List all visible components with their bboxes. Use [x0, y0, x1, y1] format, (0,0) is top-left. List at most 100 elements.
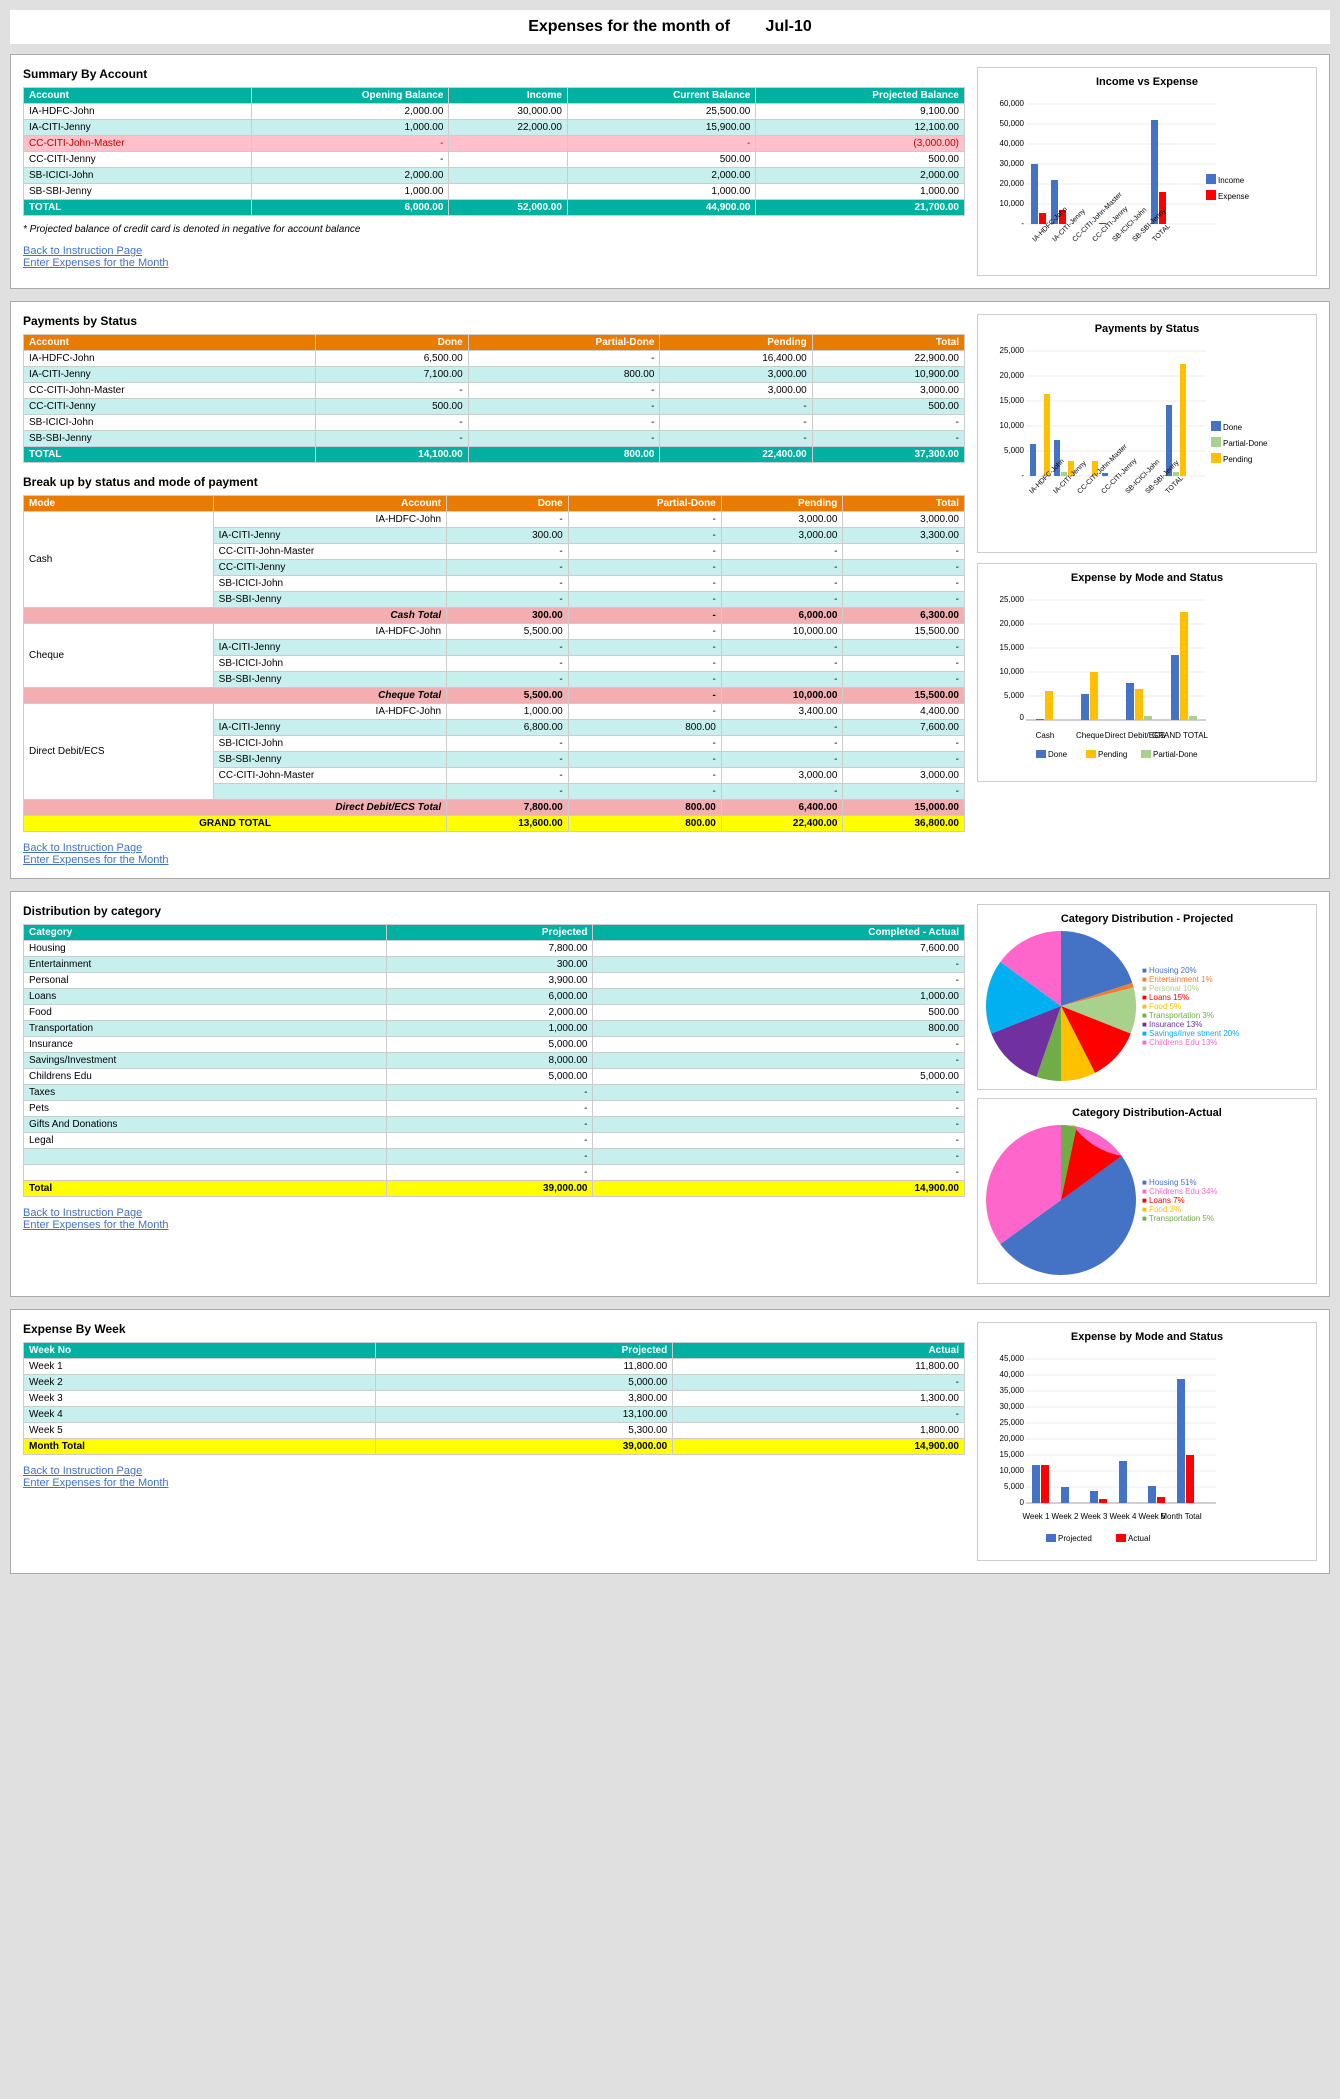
bar-chart-1: 60,000 50,000 40,000 30,000 20,000 10,00… [986, 94, 1256, 264]
svg-text:Pending: Pending [1098, 750, 1127, 759]
cell-proj: 3,800.00 [375, 1391, 672, 1407]
cell-total: - [812, 415, 964, 431]
svg-text:45,000: 45,000 [1000, 1354, 1025, 1363]
b-col-partial: Partial-Done [568, 496, 721, 512]
cell-projected: 2,000.00 [756, 168, 965, 184]
cell-week: Week 2 [24, 1375, 376, 1391]
cell-account: CC-CITI-Jenny [213, 560, 446, 576]
income-expense-chart: Income vs Expense 60,000 50,000 40,000 3… [977, 67, 1317, 276]
d-col-proj: Projected [386, 925, 593, 941]
cell-account: IA-CITI-Jenny [24, 120, 252, 136]
svg-text:Income: Income [1218, 176, 1245, 185]
cell-actual: 800.00 [593, 1021, 965, 1037]
enter-link-4[interactable]: Enter Expenses for the Month [23, 1477, 965, 1489]
table-row: IA-HDFC-John 2,000.00 30,000.00 25,500.0… [24, 104, 965, 120]
w-col-proj: Projected [375, 1343, 672, 1359]
proj-pie-title: Category Distribution - Projected [986, 913, 1308, 925]
cell-total: 500.00 [812, 399, 964, 415]
cell-done: - [447, 576, 569, 592]
cell-account [213, 784, 446, 800]
svg-text:20,000: 20,000 [1000, 1434, 1025, 1443]
svg-text:Cheque: Cheque [1076, 731, 1105, 740]
cell-account: IA-HDFC-John [213, 704, 446, 720]
distribution-left: Distribution by category Category Projec… [23, 904, 965, 1284]
cell-account: CC-CITI-John-Master [24, 383, 316, 399]
cell-cat: Loans [24, 989, 387, 1005]
cell-pending: - [721, 560, 843, 576]
distribution-total-row: Total 39,000.00 14,900.00 [24, 1181, 965, 1197]
cell-pending: - [660, 399, 812, 415]
w-col-week: Week No [24, 1343, 376, 1359]
actual-pie-title: Category Distribution-Actual [986, 1107, 1308, 1119]
table-row: Pets - - [24, 1101, 965, 1117]
cell-actual: 7,600.00 [593, 941, 965, 957]
cell-total: - [812, 431, 964, 447]
cell-current: 15,900.00 [567, 120, 755, 136]
cell-pending: 3,000.00 [721, 768, 843, 784]
cell-done: - [447, 560, 569, 576]
svg-text:35,000: 35,000 [1000, 1386, 1025, 1395]
payments-title: Payments by Status [23, 314, 965, 328]
table-row: - - [24, 1165, 965, 1181]
cell-account: SB-ICICI-John [24, 415, 316, 431]
cell-pending: 10,000.00 [721, 624, 843, 640]
cell-cat: Entertainment [24, 957, 387, 973]
cell-total: - [843, 560, 965, 576]
cell-actual: - [593, 1165, 965, 1181]
payments-left: Payments by Status Account Done Partial-… [23, 314, 965, 866]
cell-week: Week 5 [24, 1423, 376, 1439]
cell-income: 30,000.00 [449, 104, 567, 120]
svg-text:5,000: 5,000 [1004, 1482, 1025, 1491]
expense-mode-title: Expense by Mode and Status [986, 572, 1308, 584]
table-row: Week 3 3,800.00 1,300.00 [24, 1391, 965, 1407]
distribution-charts: Category Distribution - Projected [977, 904, 1317, 1284]
cell-partial: 800.00 [468, 367, 660, 383]
enter-link-1[interactable]: Enter Expenses for the Month [23, 257, 965, 269]
cell-account: IA-CITI-Jenny [213, 720, 446, 736]
cell-proj: - [386, 1165, 593, 1181]
enter-link-2[interactable]: Enter Expenses for the Month [23, 854, 965, 866]
table-row: Transportation 1,000.00 800.00 [24, 1021, 965, 1037]
back-link-2[interactable]: Back to Instruction Page [23, 842, 965, 854]
svg-text:Week 1: Week 1 [1023, 1512, 1051, 1521]
table-row: Food 2,000.00 500.00 [24, 1005, 965, 1021]
cell-account: CC-CITI-Jenny [24, 152, 252, 168]
cell-account: CC-CITI-John-Master [213, 768, 446, 784]
back-link-3[interactable]: Back to Instruction Page [23, 1207, 965, 1219]
enter-link-3[interactable]: Enter Expenses for the Month [23, 1219, 965, 1231]
cell-total: - [843, 736, 965, 752]
cell-total: 4,400.00 [843, 704, 965, 720]
cell-projected: 12,100.00 [756, 120, 965, 136]
cell-cat [24, 1149, 387, 1165]
table-row: Week 5 5,300.00 1,800.00 [24, 1423, 965, 1439]
cell-partial: - [568, 576, 721, 592]
cell-done: 6,800.00 [447, 720, 569, 736]
table-row: Taxes - - [24, 1085, 965, 1101]
cell-cat: Personal [24, 973, 387, 989]
cell-actual: - [593, 1149, 965, 1165]
proj-pie-chart: Category Distribution - Projected [977, 904, 1317, 1090]
cell-done: 5,500.00 [447, 624, 569, 640]
cell-income [449, 168, 567, 184]
cell-partial: 800.00 [468, 447, 660, 463]
back-link-1[interactable]: Back to Instruction Page [23, 245, 965, 257]
svg-text:20,000: 20,000 [1000, 371, 1025, 380]
cell-done: - [447, 656, 569, 672]
summary-table: Account Opening Balance Income Current B… [23, 87, 965, 216]
svg-text:60,000: 60,000 [1000, 99, 1025, 108]
cell-proj: - [386, 1117, 593, 1133]
cell-actual: 5,000.00 [593, 1069, 965, 1085]
table-row: Week 2 5,000.00 - [24, 1375, 965, 1391]
cell-opening: - [251, 152, 449, 168]
actual-pie-svg [986, 1125, 1136, 1275]
svg-text:30,000: 30,000 [1000, 1402, 1025, 1411]
svg-text:15,000: 15,000 [1000, 396, 1025, 405]
cell-total: - [843, 752, 965, 768]
svg-text:Partial-Done: Partial-Done [1153, 750, 1198, 759]
back-link-4[interactable]: Back to Instruction Page [23, 1465, 965, 1477]
proj-pie-legend: ■ Housing 20% ■ Entertainment 1% ■ Perso… [1142, 966, 1239, 1047]
table-row: - - [24, 1149, 965, 1165]
cell-account: SB-ICICI-John [213, 736, 446, 752]
table-row: Childrens Edu 5,000.00 5,000.00 [24, 1069, 965, 1085]
week-left: Expense By Week Week No Projected Actual… [23, 1322, 965, 1561]
